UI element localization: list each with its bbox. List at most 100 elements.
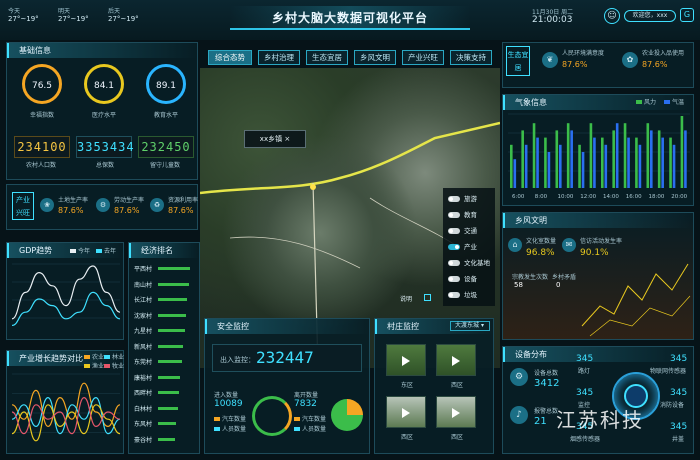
node-label: 井盖 (672, 436, 685, 443)
ranking-bar (158, 344, 184, 348)
tab-culture[interactable]: 乡风文明 (354, 50, 396, 65)
user-welcome[interactable]: 欢迎您，xxx (624, 10, 676, 22)
security-panel: 安全监控 (204, 318, 370, 454)
eco-satisfaction-label: 人民环境满意度 (562, 50, 605, 57)
ranking-item: 东风村 (134, 421, 153, 428)
ranking-bar (158, 406, 178, 410)
eco-satisfaction-value: 87.6% (562, 60, 588, 69)
weather-bar (593, 137, 596, 188)
weather-bar (547, 152, 551, 188)
weather-bar (684, 130, 687, 188)
labor-label: 劳动生产率 (114, 197, 145, 204)
layer-toggle[interactable]: 旅游 (448, 193, 477, 203)
education-label: 教育水平 (154, 112, 179, 119)
node-value: 345 (670, 422, 688, 432)
popup-close-icon[interactable]: × (284, 135, 290, 143)
user-avatar-icon[interactable]: ☺ (604, 8, 620, 24)
weather-bar (578, 144, 581, 188)
security-pie (331, 399, 363, 431)
land-label: 土地生产率 (58, 197, 89, 204)
ranking-bar (158, 422, 177, 425)
weather-chart: 6:00 8:00 10:00 12:00 14:00 16:00 18:00 20:00 (508, 113, 690, 200)
village-panel: 村庄监控 (374, 318, 494, 454)
ranking-item: 豪谷村 (134, 436, 153, 444)
land-value: 87.6% (58, 206, 84, 215)
camera-thumb[interactable] (386, 344, 426, 376)
ranking-item: 康裕村 (134, 374, 153, 382)
tab-industry[interactable]: 产业兴旺 (402, 50, 444, 65)
chevron-down-icon: ▾ (480, 322, 484, 329)
layer-toggle[interactable]: 文化基地 (448, 257, 490, 267)
ranking-item: 新风村 (134, 343, 153, 351)
weather-bar (581, 152, 585, 188)
camera-thumb[interactable] (436, 344, 476, 376)
ranking-bar (158, 329, 185, 332)
node-value: 345 (576, 354, 594, 364)
sprout-icon: ✿ (622, 52, 638, 68)
node-label: 烟感传感器 (570, 436, 601, 443)
tab-overview[interactable]: 综合态势 (208, 50, 252, 65)
resource-icon: ♻ (150, 198, 164, 212)
clock: 21:00:03 (532, 15, 573, 25)
entry-label: 出入监控： (220, 356, 255, 364)
device-total-label: 设备总数 (534, 370, 559, 377)
camera-thumb[interactable] (436, 396, 476, 428)
ranking-item: 长江村 (134, 297, 153, 304)
gdp-legend-last: 去年 (96, 246, 116, 255)
pie-slice (347, 399, 363, 415)
ranking-item: 白林村 (134, 405, 153, 413)
medical-ring: 84.1 (84, 64, 124, 104)
layer-toggle[interactable]: 交通 (448, 225, 477, 235)
tab-decision[interactable]: 决策支持 (450, 50, 492, 65)
alarm-icon: ♪ (510, 406, 528, 424)
play-icon (402, 408, 410, 418)
ranking-bar (158, 298, 188, 301)
village-select[interactable]: 大渡东城 ▾ (450, 321, 490, 331)
weather-after: 后天 27°~19° (108, 8, 139, 23)
eco-input-label: 农业投入品使用 (642, 50, 685, 57)
education-ring: 89.1 (146, 64, 186, 104)
alarm-total-label: 报警总数 (534, 408, 559, 415)
eco-badge: 生态宜居 (506, 46, 530, 76)
happiness-ring: 76.5 (22, 64, 62, 104)
leaf-icon: ❦ (542, 52, 558, 68)
petition-icon: ✉ (562, 238, 576, 252)
culture-room-value: 96.8% (526, 248, 555, 258)
layer-toggle[interactable]: 垃圾 (448, 289, 477, 299)
religion-value: 58 (514, 281, 523, 289)
gdp-chart (12, 263, 120, 326)
weather-bar (570, 130, 573, 188)
resource-label: 资源利用率 (168, 197, 199, 204)
map-popup[interactable]: xx乡镇 × (244, 130, 306, 148)
tab-ecology[interactable]: 生态宜居 (306, 50, 348, 65)
ranking-item: 九星村 (134, 328, 153, 335)
layer-toggle[interactable]: 产业 (448, 241, 477, 251)
growth-legend-agri: 农业 (84, 352, 104, 361)
growth-legend-herd: 牧业 (104, 361, 124, 370)
weather-tick: 10:00 (558, 194, 574, 200)
map-legend-icon[interactable] (424, 294, 431, 301)
culture-room-icon: ⌂ (508, 238, 522, 252)
weather-bar (680, 116, 684, 188)
node-value: 345 (576, 388, 594, 398)
ranking-bar (158, 267, 191, 270)
weather-bar (532, 123, 536, 188)
weather-bar (559, 144, 562, 188)
medical-label: 医疗水平 (92, 112, 117, 119)
layer-toggle[interactable]: 教育 (448, 209, 477, 219)
layer-toggle[interactable]: 设备 (448, 273, 477, 283)
conflict-value: 0 (556, 281, 561, 289)
ranking-item: 沈家村 (134, 312, 153, 320)
entry-value: 232447 (256, 348, 314, 367)
weather-bar (638, 144, 642, 188)
logout-icon[interactable]: G (680, 8, 694, 22)
out-label: 离开数量 (294, 392, 319, 399)
weather-bar (650, 130, 653, 188)
camera-thumb[interactable] (386, 396, 426, 428)
land-icon: ❀ (40, 198, 54, 212)
tab-governance[interactable]: 乡村治理 (258, 50, 300, 65)
device-icon: ⚙ (510, 368, 528, 386)
weather-bar (672, 144, 676, 188)
ranking-bar (158, 375, 181, 379)
weather-bar (521, 130, 524, 188)
